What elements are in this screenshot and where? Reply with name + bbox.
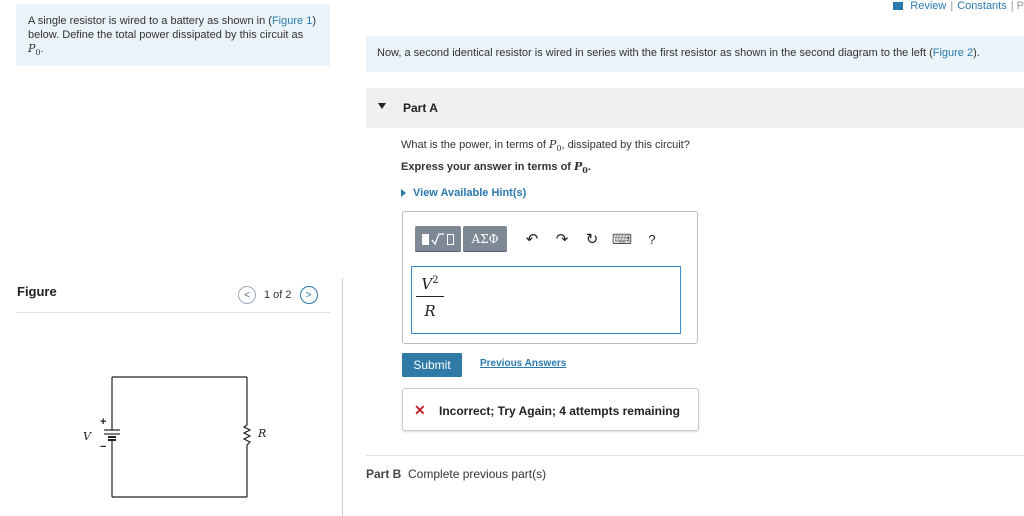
part-b-divider (366, 455, 1024, 456)
battery-symbol (104, 429, 120, 441)
help-icon[interactable]: ? (637, 226, 667, 252)
template-fill-icon (422, 233, 429, 245)
p0-symbol: P0 (548, 138, 562, 154)
fraction-denominator: R (424, 302, 436, 320)
reset-icon[interactable]: ↻ (577, 226, 607, 252)
greek-symbols-button[interactable]: ΑΣΦ (463, 226, 507, 252)
fraction-bar (416, 296, 444, 297)
p0-symbol: P0 (574, 160, 588, 176)
figure-2-link[interactable]: Figure 2 (933, 47, 973, 59)
problem-statement: Now, a second identical resistor is wire… (366, 36, 1024, 72)
collapse-triangle-icon[interactable] (378, 103, 386, 109)
review-link[interactable]: Review (910, 0, 946, 12)
part-a-label: Part A (403, 101, 438, 115)
constants-link[interactable]: Constants (957, 0, 1007, 12)
template-outline-icon (447, 233, 454, 245)
resistor-symbol (242, 424, 252, 446)
undo-icon[interactable]: ↶ (517, 226, 547, 252)
incorrect-x-icon: ✕ (414, 402, 426, 418)
resistor-label: R (257, 427, 266, 440)
minus-sign: − (100, 441, 106, 453)
templates-button[interactable] (415, 226, 461, 252)
figure-prev-button[interactable]: < (238, 286, 256, 304)
battery-label: V (83, 430, 92, 443)
review-book-icon (893, 2, 904, 10)
problem-intro: A single resistor is wired to a battery … (16, 4, 330, 66)
expand-triangle-icon (401, 189, 406, 197)
p0-symbol: P0 (28, 42, 41, 58)
figure-next-button[interactable]: > (299, 286, 318, 304)
question-text: What is the power, in terms of P0, dissi… (401, 138, 690, 154)
part-b-label: Part B (366, 467, 402, 481)
part-b-row: Part B Complete previous part(s) (366, 467, 546, 481)
top-links: Review | Constants | P (893, 0, 1024, 12)
part-b-status: Complete previous part(s) (408, 467, 547, 481)
previous-answers-link[interactable]: Previous Answers (480, 358, 566, 369)
submit-button[interactable]: Submit (402, 353, 462, 377)
view-hints-toggle[interactable]: View Available Hint(s) (401, 187, 526, 199)
redo-icon[interactable]: ↷ (547, 226, 577, 252)
plus-sign: + (100, 416, 106, 428)
column-divider (342, 278, 343, 516)
intro-text: A single resistor is wired to a battery … (28, 15, 272, 27)
editor-toolbar: ΑΣΦ ↶ ↷ ↻ ⌨ ? (415, 226, 667, 252)
answer-fraction: V2 R (416, 270, 444, 321)
figure-pager: < 1 of 2 > (238, 284, 318, 306)
figure-page-count: 1 of 2 (264, 289, 292, 301)
part-a-header[interactable] (366, 88, 1024, 128)
figure-divider (16, 312, 330, 313)
root-template-icon (431, 233, 444, 246)
circuit-diagram: + − V R (83, 376, 266, 498)
feedback-text: Incorrect; Try Again; 4 attempts remaini… (439, 404, 680, 418)
figure-1-link[interactable]: Figure 1 (272, 15, 312, 27)
answer-input[interactable] (411, 266, 681, 334)
fraction-numerator: V2 (421, 275, 439, 293)
hints-label: View Available Hint(s) (413, 187, 527, 199)
keyboard-icon[interactable]: ⌨ (607, 226, 637, 252)
express-instruction: Express your answer in terms of P0. (401, 160, 591, 176)
figure-title: Figure (17, 284, 57, 299)
